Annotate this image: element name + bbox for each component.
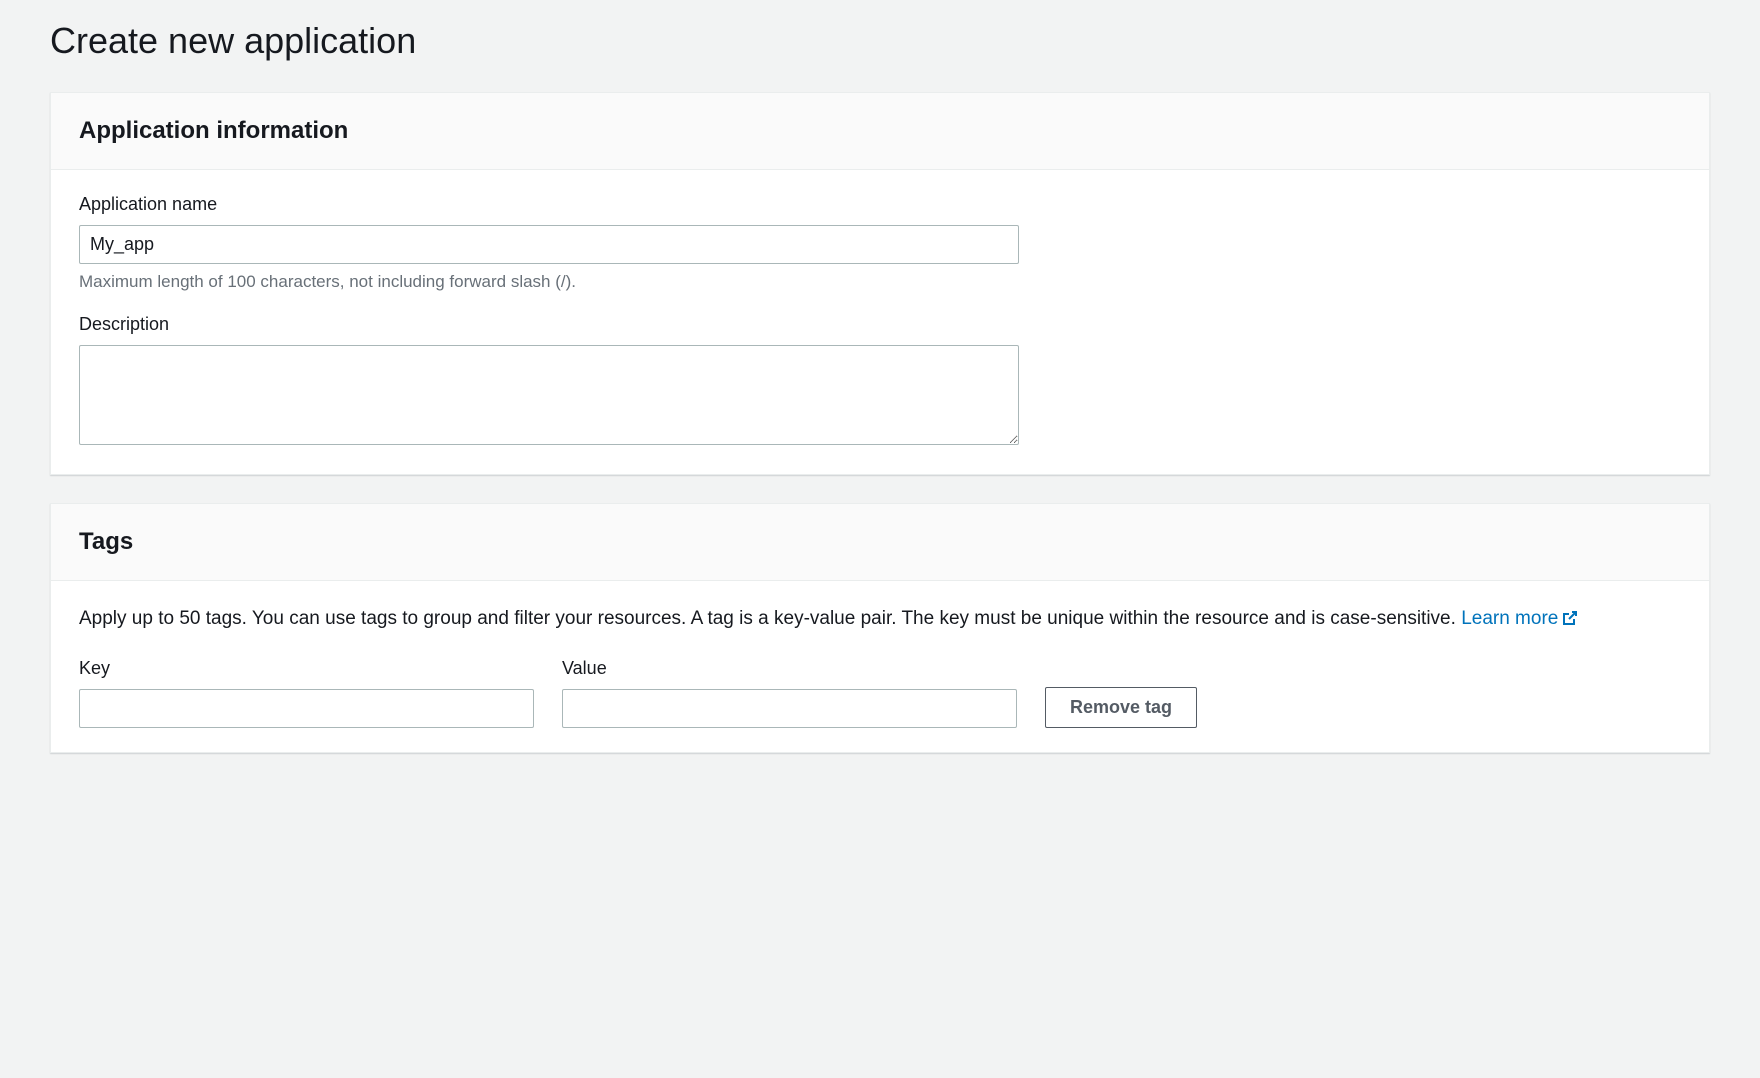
learn-more-link[interactable]: Learn more	[1461, 608, 1578, 629]
panel-header: Application information	[51, 93, 1709, 170]
tag-value-input[interactable]	[562, 689, 1017, 728]
tag-row: Key Value Remove tag	[79, 658, 1681, 728]
panel-header: Tags	[51, 504, 1709, 581]
application-name-input[interactable]	[79, 225, 1019, 264]
remove-tag-button[interactable]: Remove tag	[1045, 687, 1197, 728]
panel-body: Application name Maximum length of 100 c…	[51, 170, 1709, 474]
page-title: Create new application	[50, 0, 1710, 92]
description-label: Description	[79, 314, 1681, 335]
tag-value-label: Value	[562, 658, 1017, 679]
tag-value-column: Value	[562, 658, 1017, 728]
tags-description: Apply up to 50 tags. You can use tags to…	[79, 605, 1681, 634]
application-information-panel: Application information Application name…	[50, 92, 1710, 475]
panel-body: Apply up to 50 tags. You can use tags to…	[51, 581, 1709, 752]
tag-key-column: Key	[79, 658, 534, 728]
application-name-label: Application name	[79, 194, 1681, 215]
tag-action-column: Remove tag	[1045, 687, 1197, 728]
tag-key-label: Key	[79, 658, 534, 679]
tags-heading: Tags	[79, 528, 1681, 556]
application-name-help: Maximum length of 100 characters, not in…	[79, 272, 1681, 292]
description-field: Description	[79, 314, 1681, 450]
tags-description-text: Apply up to 50 tags. You can use tags to…	[79, 608, 1461, 629]
tag-key-input[interactable]	[79, 689, 534, 728]
application-name-field: Application name Maximum length of 100 c…	[79, 194, 1681, 292]
application-information-heading: Application information	[79, 117, 1681, 145]
tags-panel: Tags Apply up to 50 tags. You can use ta…	[50, 503, 1710, 753]
description-input[interactable]	[79, 345, 1019, 445]
external-link-icon	[1562, 607, 1578, 623]
